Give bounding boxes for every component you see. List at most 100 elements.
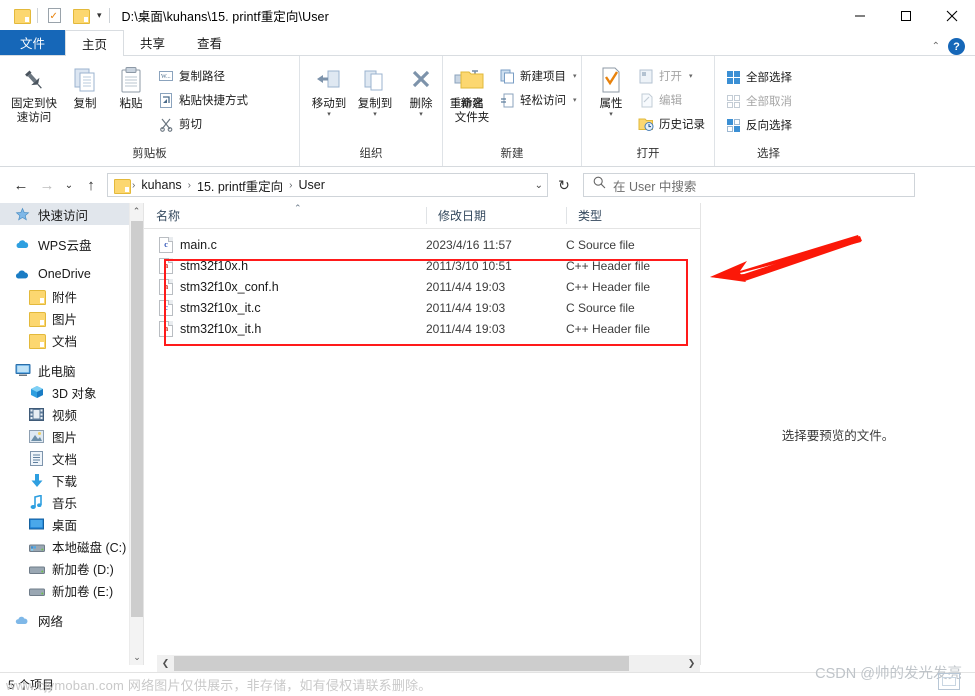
cut-button[interactable]: 剪切: [158, 114, 248, 134]
minimize-button[interactable]: [837, 0, 883, 31]
sidebar-item-wps-cloud[interactable]: WPS云盘: [0, 233, 143, 255]
table-row[interactable]: h stm32f10x_it.h 2011/4/4 19:03 C++ Head…: [144, 318, 700, 339]
chevron-down-icon[interactable]: ▾: [573, 72, 577, 80]
sidebar-item-this-pc[interactable]: 此电脑: [0, 359, 143, 381]
close-button[interactable]: [929, 0, 975, 31]
new-folder-icon[interactable]: [67, 3, 93, 28]
address-dropdown-icon[interactable]: ⌄: [535, 180, 543, 191]
ribbon-group-label-open: 打开: [636, 148, 660, 160]
copy-path-button[interactable]: W... 复制路径: [158, 66, 248, 86]
refresh-button[interactable]: ↻: [551, 172, 577, 198]
sidebar-item-local-disk-c[interactable]: 本地磁盘 (C:): [0, 535, 143, 557]
breadcrumb-kuhans[interactable]: kuhans: [138, 178, 184, 192]
paste-label: 粘贴: [119, 98, 143, 110]
ribbon-group-label-select: 选择: [757, 148, 780, 160]
sidebar-item-volume-e[interactable]: 新加卷 (E:): [0, 579, 143, 601]
file-date: 2011/4/4 19:03: [426, 300, 506, 315]
file-name: stm32f10x_it.c: [180, 300, 261, 315]
chevron-down-icon[interactable]: ▾: [93, 10, 106, 21]
copy-label: 复制: [73, 98, 97, 110]
search-input[interactable]: 在 User 中搜索: [613, 176, 696, 195]
sidebar-item-onedrive-documents[interactable]: 文档: [0, 329, 143, 351]
new-folder-button[interactable]: 新建 文件夹: [449, 61, 495, 125]
tab-home[interactable]: 主页: [65, 30, 125, 56]
sidebar-item-label: 网络: [38, 614, 64, 629]
back-button[interactable]: ←: [8, 172, 34, 198]
table-row[interactable]: c main.c 2023/4/16 11:57 C Source file: [144, 234, 700, 255]
properties-icon: [599, 63, 623, 97]
delete-button[interactable]: 删除 ▾: [398, 61, 444, 118]
collapse-ribbon-icon[interactable]: ⌃: [932, 41, 940, 52]
chevron-down-icon[interactable]: ▾: [689, 72, 693, 80]
sidebar-item-label: WPS云盘: [38, 238, 92, 253]
pin-to-quick-access-button[interactable]: 固定到快 速访问: [6, 61, 62, 125]
copy-to-button[interactable]: 复制到 ▾: [352, 61, 398, 118]
copy-button[interactable]: 复制: [62, 61, 108, 111]
table-row[interactable]: h stm32f10x_conf.h 2011/4/4 19:03 C++ He…: [144, 276, 700, 297]
file-type: C++ Header file: [566, 321, 651, 336]
easy-access-label: 轻松访问: [520, 95, 566, 107]
tab-file[interactable]: 文件: [0, 30, 66, 55]
scrollbar-thumb[interactable]: [174, 656, 629, 671]
column-headers: 名称 ⌃ 修改日期 类型: [144, 203, 700, 229]
paste-button[interactable]: 粘贴: [108, 61, 154, 111]
search-box[interactable]: 在 User 中搜索: [583, 173, 915, 197]
sidebar-item-3d-objects[interactable]: 3D 对象: [0, 381, 143, 403]
chevron-down-icon[interactable]: ▾: [373, 111, 377, 118]
select-all-button[interactable]: 全部选择: [725, 67, 792, 87]
scrollbar-thumb[interactable]: [131, 221, 143, 617]
chevron-down-icon[interactable]: ▾: [573, 96, 577, 104]
sidebar-item-downloads[interactable]: 下载: [0, 469, 143, 491]
scroll-down-icon[interactable]: ⌄: [130, 649, 143, 665]
scroll-up-icon[interactable]: ⌃: [130, 203, 143, 219]
move-to-button[interactable]: 移动到 ▾: [306, 61, 352, 118]
edit-button[interactable]: 编辑: [638, 90, 705, 110]
table-row[interactable]: h stm32f10x.h 2011/3/10 10:51 C++ Header…: [144, 255, 700, 276]
scroll-right-icon[interactable]: ❯: [683, 658, 700, 669]
recent-locations-button[interactable]: ⌄: [60, 172, 78, 198]
up-button[interactable]: ↑: [78, 172, 104, 198]
breadcrumb-printf-redirect[interactable]: 15. printf重定向: [194, 176, 286, 195]
column-header-name[interactable]: 名称 ⌃: [144, 203, 426, 229]
maximize-button[interactable]: [883, 0, 929, 31]
new-item-button[interactable]: 新建项目 ▾: [499, 66, 577, 86]
chevron-down-icon[interactable]: ▾: [419, 111, 423, 118]
sidebar-item-onedrive[interactable]: OneDrive: [0, 263, 143, 285]
properties-icon[interactable]: ✓: [41, 3, 67, 28]
sidebar-item-videos[interactable]: 视频: [0, 403, 143, 425]
easy-access-button[interactable]: 轻松访问 ▾: [499, 90, 577, 110]
invert-selection-button[interactable]: 反向选择: [725, 115, 792, 135]
sidebar-item-pictures[interactable]: 图片: [0, 425, 143, 447]
column-header-type[interactable]: 类型: [566, 203, 699, 229]
sidebar-item-quick-access[interactable]: 快速访问: [0, 203, 143, 225]
sidebar-item-music[interactable]: 音乐: [0, 491, 143, 513]
history-button[interactable]: 历史记录: [638, 114, 705, 134]
chevron-down-icon[interactable]: ▾: [609, 111, 613, 118]
table-row[interactable]: c stm32f10x_it.c 2011/4/4 19:03 C Source…: [144, 297, 700, 318]
sidebar-item-onedrive-pictures[interactable]: 图片: [0, 307, 143, 329]
scroll-left-icon[interactable]: ❮: [157, 658, 174, 669]
paste-icon: [119, 63, 143, 97]
paste-shortcut-button[interactable]: 粘贴快捷方式: [158, 90, 248, 110]
horizontal-scrollbar[interactable]: ❮ ❯: [157, 655, 700, 672]
select-none-button[interactable]: 全部取消: [725, 91, 792, 111]
properties-button[interactable]: 属性 ▾: [588, 61, 634, 118]
column-header-date[interactable]: 修改日期: [426, 203, 566, 229]
breadcrumb-user[interactable]: User: [295, 178, 327, 192]
tab-view[interactable]: 查看: [181, 30, 238, 55]
address-bar[interactable]: › kuhans › 15. printf重定向 › User ⌄: [107, 173, 548, 197]
sidebar-item-documents[interactable]: 文档: [0, 447, 143, 469]
chevron-down-icon[interactable]: ▾: [327, 111, 331, 118]
sidebar-item-volume-d[interactable]: 新加卷 (D:): [0, 557, 143, 579]
help-icon[interactable]: ?: [948, 38, 965, 55]
forward-button[interactable]: →: [34, 172, 60, 198]
sidebar-item-network[interactable]: 网络: [0, 609, 143, 631]
nav-pane-scrollbar[interactable]: ⌃ ⌄: [129, 203, 143, 665]
open-button[interactable]: 打开 ▾: [638, 66, 705, 86]
sidebar-item-desktop[interactable]: 桌面: [0, 513, 143, 535]
copy-path-icon: W...: [158, 68, 174, 84]
sidebar-item-attachments[interactable]: 附件: [0, 285, 143, 307]
folder-icon[interactable]: [8, 3, 34, 28]
sort-ascending-icon: ⌃: [294, 203, 302, 213]
tab-share[interactable]: 共享: [124, 30, 181, 55]
